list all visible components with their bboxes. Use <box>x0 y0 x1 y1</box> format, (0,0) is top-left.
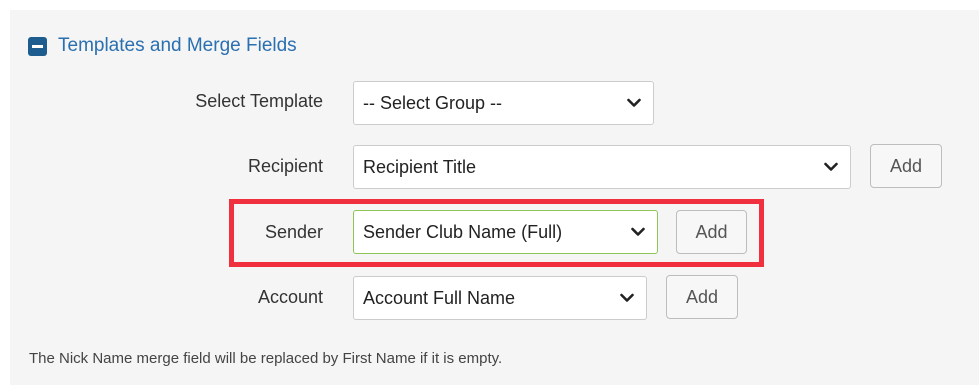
select-template-label: Select Template <box>195 91 323 111</box>
account-add-button[interactable]: Add <box>666 275 738 319</box>
section-title: Templates and Merge Fields <box>58 35 297 56</box>
recipient-add-button[interactable]: Add <box>870 144 942 188</box>
chevron-down-icon <box>616 288 638 308</box>
recipient-value: Recipient Title <box>363 156 477 177</box>
sender-label: Sender <box>264 222 323 242</box>
chevron-down-icon <box>627 222 649 242</box>
chevron-down-icon <box>820 157 842 177</box>
account-value: Account Full Name <box>363 287 516 308</box>
merge-fields-panel <box>10 10 979 385</box>
sender-add-button[interactable]: Add <box>676 210 747 254</box>
account-dropdown[interactable]: Account Full Name <box>353 276 647 320</box>
collapse-icon[interactable] <box>28 36 47 56</box>
account-label: Account <box>257 287 323 307</box>
recipient-label: Recipient <box>247 156 323 176</box>
chevron-down-icon <box>623 93 645 113</box>
select-template-dropdown[interactable]: -- Select Group -- <box>353 81 654 125</box>
merge-field-note: The Nick Name merge field will be replac… <box>29 350 503 367</box>
sender-dropdown[interactable]: Sender Club Name (Full) <box>353 210 658 254</box>
recipient-dropdown[interactable]: Recipient Title <box>353 145 851 189</box>
section-header[interactable]: Templates and Merge Fields <box>28 34 297 58</box>
sender-value: Sender Club Name (Full) <box>363 221 563 242</box>
select-template-value: -- Select Group -- <box>363 92 503 113</box>
